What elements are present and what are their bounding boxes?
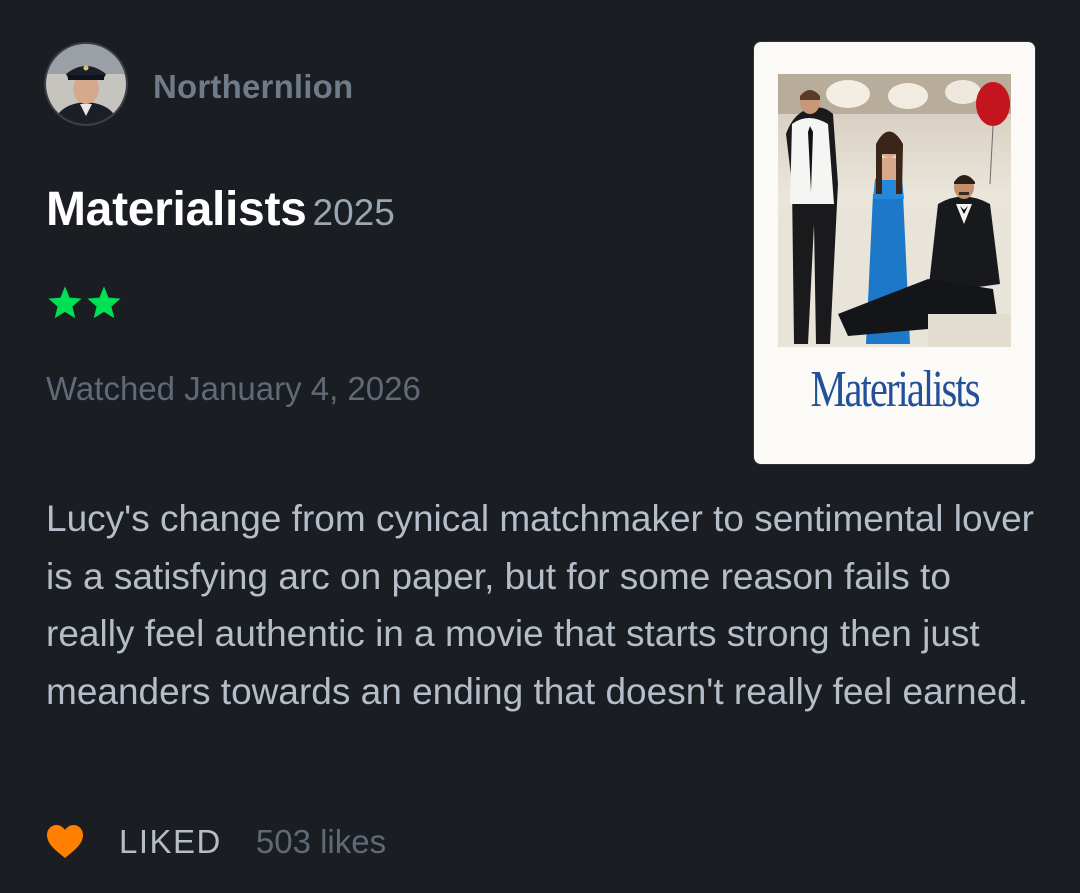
film-heading: Materialists 2025 [46, 182, 395, 237]
star-icon [48, 286, 82, 319]
watched-date: Watched January 4, 2026 [46, 370, 421, 407]
film-poster[interactable]: Materialists [754, 42, 1035, 464]
liked-label[interactable]: LIKED [119, 823, 222, 861]
avatar[interactable] [46, 44, 126, 124]
likes-count[interactable]: 503 likes [256, 823, 386, 861]
review-text: Lucy's change from cynical matchmaker to… [46, 498, 1034, 712]
star-rating [46, 284, 123, 322]
username[interactable]: Northernlion [153, 68, 353, 106]
poster-image [778, 74, 1011, 347]
film-year[interactable]: 2025 [313, 192, 395, 233]
heart-icon[interactable] [46, 824, 84, 860]
film-title[interactable]: Materialists [46, 183, 307, 236]
avatar-image [46, 44, 126, 124]
poster-title: Materialists [810, 361, 980, 418]
star-icon [87, 286, 121, 319]
review-card: Northernlion Materialists 2025 Watched Ja… [0, 0, 1080, 893]
review-footer: LIKED 503 likes [46, 823, 386, 861]
